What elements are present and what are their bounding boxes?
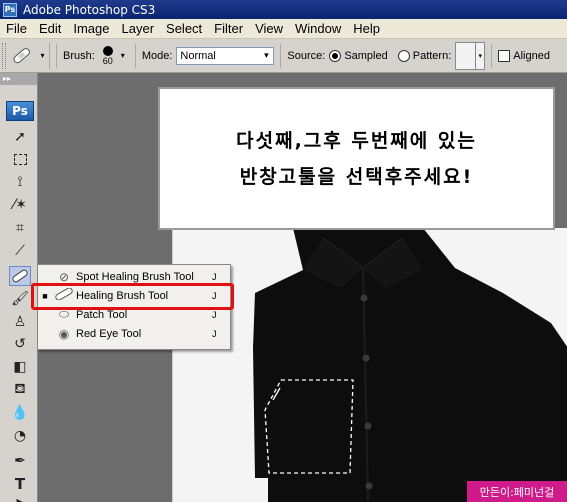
window-title: Adobe Photoshop CS3 [23,2,156,17]
toolbox-header[interactable]: ▸▸ [0,73,37,85]
brush-icon[interactable]: 🖌 [9,289,31,309]
pattern-swatch [456,43,475,69]
shortcut-key: J [212,271,217,282]
tool-preset-picker[interactable]: ▾ [10,42,50,69]
sampled-label: Sampled [344,49,388,62]
flyout-item-red-eye[interactable]: ◉ Red Eye Tool J [38,324,230,343]
aligned-checkbox[interactable] [498,49,511,62]
menu-edit[interactable]: Edit [33,21,67,36]
selection-arrow-icon[interactable]: ▸ [9,492,31,502]
dodge-icon[interactable]: ◔ [9,426,31,446]
title-bar: Ps Adobe Photoshop CS3 [0,0,567,19]
menu-image[interactable]: Image [67,21,115,36]
brush-picker[interactable]: 60 [99,45,117,66]
options-bar: ▾ Brush: 60 ▾ Mode: Normal ▾ Source: Sam… [0,39,567,73]
paint-bucket-icon[interactable]: ⛾ [9,380,31,400]
divider [280,43,282,68]
menu-bar: File Edit Image Layer Select Filter View… [0,19,567,39]
pattern-radio[interactable] [397,49,410,62]
menu-filter[interactable]: Filter [208,21,249,36]
menu-window[interactable]: Window [289,21,347,36]
shortcut-key: J [212,309,217,320]
instruction-line-1: 다섯째,그후 두번째에 있는 [236,129,477,152]
flyout-item-label: Patch Tool [76,308,128,321]
highlight-annotation [31,283,234,310]
stamp-icon[interactable]: ♙ [9,312,31,332]
eyedropper-icon[interactable]: ⟋ [9,241,31,261]
lasso-icon[interactable]: ⟟ [9,172,31,192]
menu-view[interactable]: View [249,21,289,36]
menu-help[interactable]: Help [347,21,386,36]
move-icon[interactable]: ➚ [9,127,31,147]
menu-layer[interactable]: Layer [116,21,161,36]
options-gripper[interactable] [2,42,6,69]
flyout-item-label: Spot Healing Brush Tool [76,270,194,283]
mode-value: Normal [180,49,216,62]
brush-dropdown-icon[interactable]: ▾ [121,51,125,60]
flyout-item-label: Red Eye Tool [76,327,142,340]
brush-dot-icon [102,45,113,56]
instruction-line-2: 반창고툴을 선택후주세요! [239,165,474,188]
chevron-down-icon: ▾ [40,51,45,60]
magic-wand-icon[interactable]: ⁄✶ [9,195,31,215]
red-eye-icon: ◉ [58,326,70,341]
blur-icon[interactable]: 💧 [9,403,31,423]
pattern-picker[interactable]: ▾ [455,41,486,70]
divider [491,43,493,68]
pattern-label: Pattern: [412,49,452,62]
bandage-icon [13,47,31,63]
shortcut-key: J [212,328,217,339]
chevron-down-icon: ▾ [264,50,269,60]
credit-label: 만든이:페미넌걸 [467,481,567,502]
mode-label: Mode: [141,49,173,62]
sampled-radio[interactable] [329,49,342,62]
chevron-down-icon: ▾ [475,42,484,69]
photoshop-logo-icon: Ps [3,2,17,17]
mode-select[interactable]: Normal ▾ [176,46,275,65]
type-icon[interactable]: T [9,474,31,494]
divider [56,43,57,68]
marquee-icon[interactable] [9,149,31,169]
divider [134,43,136,68]
instruction-caption: 다섯째,그후 두번째에 있는 반창고툴을 선택후주세요! [158,87,555,230]
source-label: Source: [287,49,326,62]
pen-icon[interactable]: ✒ [9,451,31,471]
healing-brush-icon[interactable] [9,266,31,286]
bandage-icon [12,269,28,283]
aligned-label: Aligned [513,49,550,62]
crop-icon[interactable]: ⌗ [9,218,31,238]
eraser-icon[interactable]: ◧ [9,357,31,377]
document-canvas[interactable] [172,228,567,502]
shirt-image [253,228,567,502]
brush-size: 60 [102,55,113,66]
menu-file[interactable]: File [0,21,33,36]
brush-label: Brush: [63,49,95,62]
spot-healing-brush-icon: ⊘ [58,269,70,284]
photoshop-badge[interactable]: Ps [6,101,34,121]
menu-select[interactable]: Select [160,21,208,36]
history-brush-icon[interactable]: ↺ [9,334,31,354]
